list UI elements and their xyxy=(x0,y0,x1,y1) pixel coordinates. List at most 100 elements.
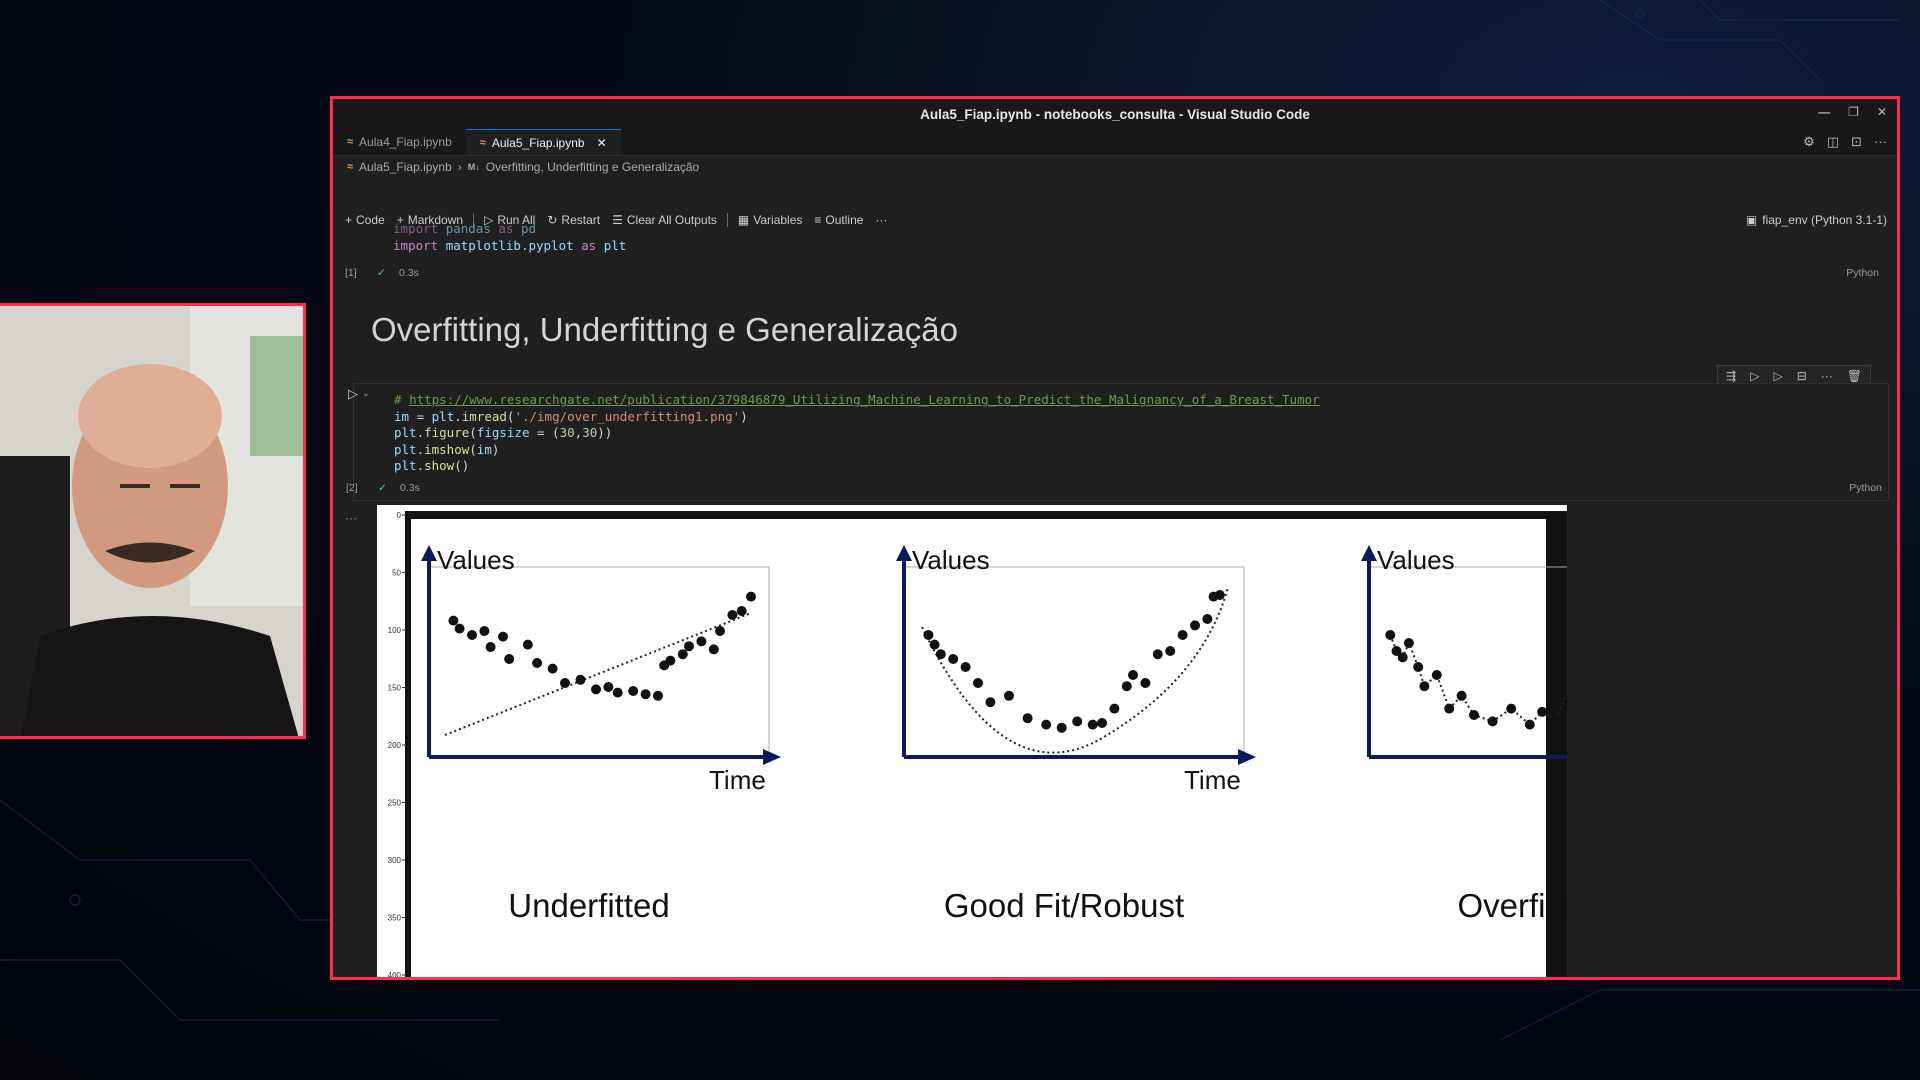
data-point xyxy=(696,636,707,647)
code-cell-2[interactable]: ▷ ⌄ # https://www.researchgate.net/publi… xyxy=(346,383,1889,501)
cell-2-source[interactable]: # https://www.researchgate.net/publicati… xyxy=(394,392,1320,475)
data-point xyxy=(1022,713,1033,724)
code-token: ) xyxy=(740,408,748,424)
gear-icon[interactable]: ⚙ xyxy=(1803,134,1815,150)
lock-icon[interactable]: ⊡ xyxy=(1851,134,1862,150)
split-cell-icon[interactable]: ⊟ xyxy=(1797,369,1807,383)
data-point xyxy=(948,654,959,664)
code-token: pandas xyxy=(445,221,491,236)
title-bar: Aula5_Fiap.ipynb - notebooks_consulta - … xyxy=(333,99,1897,129)
data-point xyxy=(1152,649,1163,660)
cell-language[interactable]: Python xyxy=(1846,267,1879,279)
add-code-button[interactable]: + Code xyxy=(339,213,391,227)
markdown-heading[interactable]: Overfitting, Underfitting e Generalizaçã… xyxy=(371,311,958,349)
close-window-icon[interactable]: ✕ xyxy=(1877,105,1887,119)
output-more-icon[interactable]: ··· xyxy=(345,511,357,525)
data-point xyxy=(1487,716,1498,727)
panel-y-label: Values xyxy=(437,545,515,575)
code-token: plt xyxy=(603,237,627,253)
data-point xyxy=(684,641,694,652)
toolbar-more-button[interactable]: ··· xyxy=(869,213,893,227)
data-point xyxy=(1056,722,1067,733)
code-token: ( xyxy=(469,425,477,440)
data-point xyxy=(677,649,688,660)
code-token: = xyxy=(409,408,432,424)
execution-count: [2] xyxy=(346,482,358,494)
y-tick-label: 50 xyxy=(392,569,401,578)
kernel-icon: ▣ xyxy=(1745,213,1758,227)
code-token: figure xyxy=(424,425,470,440)
window-title: Aula5_Fiap.ipynb - notebooks_consulta - … xyxy=(920,106,1310,122)
data-point xyxy=(1419,681,1430,692)
tab-aula5[interactable]: ≈ Aula5_Fiap.ipynb ✕ xyxy=(465,129,621,155)
more-cell-actions-icon[interactable]: ··· xyxy=(1821,369,1833,383)
cell-language[interactable]: Python xyxy=(1849,482,1882,494)
code-token: imshow xyxy=(424,441,470,457)
data-point xyxy=(612,687,623,698)
y-tick-label: 300 xyxy=(388,856,402,865)
tab-aula4[interactable]: ≈ Aula4_Fiap.ipynb xyxy=(333,129,466,155)
restore-icon[interactable]: ❐ xyxy=(1848,105,1859,119)
panel-x-label: Time xyxy=(1184,765,1241,795)
y-tick-label: 150 xyxy=(388,684,402,693)
tab-label: Aula5_Fiap.ipynb xyxy=(491,135,585,150)
data-point xyxy=(708,644,719,655)
code-cell-1[interactable]: import pandas as pd import matplotlib.py… xyxy=(345,221,1885,279)
code-token: = ( xyxy=(529,425,560,440)
kernel-picker[interactable]: ▣ fiap_env (Python 3.1-1) xyxy=(1746,213,1887,227)
close-tab-icon[interactable]: ✕ xyxy=(597,136,607,150)
code-token: plt xyxy=(394,458,417,473)
panel-caption: Underfitted xyxy=(508,887,669,924)
add-code-label: Code xyxy=(356,213,385,227)
plus-icon: + xyxy=(345,213,353,227)
breadcrumb-section[interactable]: Overfitting, Underfitting e Generalizaçã… xyxy=(486,160,699,174)
data-point xyxy=(448,615,459,626)
code-token: matplotlib.pyplot xyxy=(445,237,574,253)
outline-button[interactable]: ≡ Outline xyxy=(808,213,869,227)
code-token: )) xyxy=(597,425,613,440)
run-cell-icon[interactable]: ▷ xyxy=(348,386,358,402)
code-token: show xyxy=(424,458,455,473)
breadcrumb-file[interactable]: Aula5_Fiap.ipynb xyxy=(359,160,452,174)
data-point xyxy=(1444,703,1455,714)
execute-below-icon[interactable]: ▷ xyxy=(1773,369,1782,383)
variables-icon: ▦ xyxy=(737,213,750,227)
run-by-line-icon[interactable]: ⇶ xyxy=(1726,369,1736,383)
data-point xyxy=(935,649,946,660)
code-token: './img/over_underfitting1.png' xyxy=(514,408,741,424)
panel-caption: Good Fit/Robust xyxy=(944,887,1184,924)
data-point xyxy=(1456,690,1467,701)
data-point xyxy=(1072,716,1083,727)
code-token: 30 xyxy=(559,425,575,440)
panel-caption: Overfitted xyxy=(1457,887,1567,924)
cell-1-source[interactable]: import pandas as pd import matplotlib.py… xyxy=(393,221,626,254)
code-token: import xyxy=(393,221,439,236)
data-point xyxy=(591,684,601,695)
delete-cell-icon[interactable]: 🗑 xyxy=(1847,369,1862,383)
y-tick-label: 400 xyxy=(388,971,402,980)
cell-output-image: 0 50 100 150 200 250 300 350 400 Values Time Under… xyxy=(377,505,1721,980)
minimize-icon[interactable]: — xyxy=(1818,105,1830,119)
chevron-down-icon[interactable]: ⌄ xyxy=(362,388,370,399)
data-point xyxy=(736,606,747,616)
data-point xyxy=(727,610,738,620)
data-point xyxy=(575,674,586,685)
source-url-link[interactable]: https://www.researchgate.net/publication… xyxy=(409,392,1320,407)
execute-above-icon[interactable]: ▷ xyxy=(1750,369,1759,383)
split-editor-icon[interactable]: ◫ xyxy=(1827,134,1839,150)
kernel-label: fiap_env (Python 3.1-1) xyxy=(1762,213,1887,227)
toolbar-divider xyxy=(726,213,728,227)
data-point xyxy=(960,662,971,672)
code-token: imread xyxy=(461,408,507,424)
data-point xyxy=(1190,620,1200,631)
code-token: . xyxy=(454,408,462,424)
tab-label: Aula4_Fiap.ipynb xyxy=(359,135,452,149)
panel-y-label: Values xyxy=(1377,545,1455,575)
data-point xyxy=(1385,630,1396,640)
y-tick-label: 200 xyxy=(388,741,402,750)
check-icon: ✓ xyxy=(378,482,387,494)
more-actions-icon[interactable]: ··· xyxy=(1874,134,1887,150)
data-point xyxy=(628,686,639,696)
variables-button[interactable]: ▦ Variables xyxy=(732,213,808,227)
data-point xyxy=(467,630,477,640)
